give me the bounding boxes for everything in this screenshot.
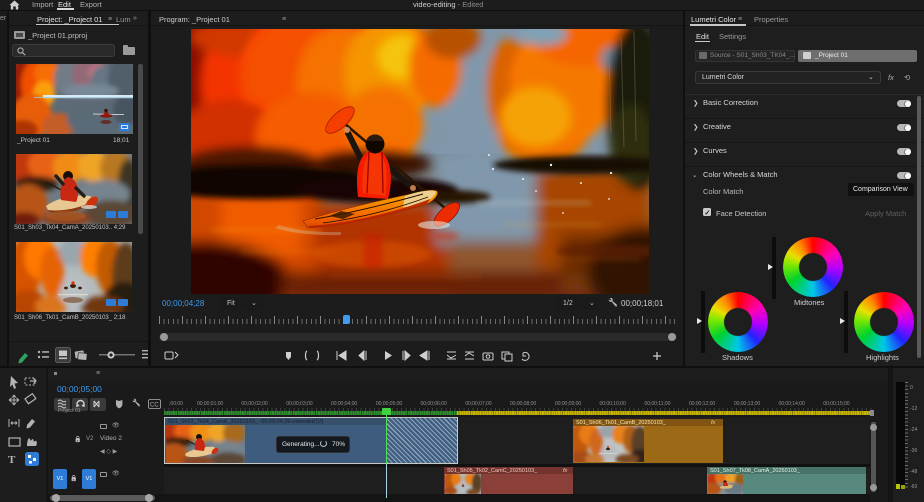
svg-text:CC: CC [150,403,159,409]
svg-text:T: T [8,454,16,466]
